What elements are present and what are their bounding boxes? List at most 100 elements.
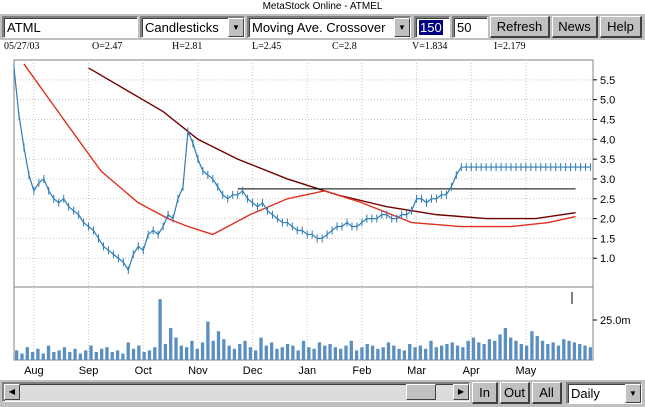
chart-style-select[interactable]: Candlesticks ▼ — [140, 16, 245, 38]
volume-bar — [291, 345, 295, 360]
volume-bar — [68, 352, 72, 360]
volume-bar — [25, 347, 29, 360]
volume-bar — [455, 345, 460, 360]
scroll-thumb[interactable] — [406, 384, 436, 400]
price-chart[interactable]: 5.5 5.0 4.5 4.0 3.5 3.0 2.5 2.0 1.5 1.0 Aug Sep Oct N… — [0, 54, 645, 380]
price-tick-label: 4.0 — [600, 134, 615, 146]
zoom-all-button[interactable]: All — [532, 382, 562, 404]
period-value: Daily — [571, 386, 600, 401]
scroll-left-icon[interactable]: ◀ — [4, 384, 20, 400]
volume-bar — [402, 350, 407, 360]
volume-bar — [524, 345, 529, 360]
indicator-select[interactable]: Moving Ave. Crossover ▼ — [247, 16, 411, 38]
volume-bar — [105, 347, 109, 360]
volume-bar — [365, 344, 369, 360]
symbol-input[interactable]: ATML — [2, 16, 138, 38]
price-tick-label: 3.5 — [600, 154, 615, 166]
volume-bar — [429, 340, 433, 360]
volume-bar — [222, 339, 226, 360]
volume-bar — [296, 350, 300, 360]
volume-bar — [413, 347, 417, 360]
price-tick-label: 3.0 — [600, 174, 615, 186]
volume-bar — [312, 348, 316, 360]
volume-bar — [232, 348, 237, 360]
volume-bar — [36, 348, 40, 360]
volume-bar — [498, 334, 502, 360]
volume-bar — [466, 340, 470, 360]
volume-bar — [163, 344, 168, 360]
volume-bar — [110, 352, 114, 360]
volume-bar — [137, 345, 141, 360]
volume-bar — [259, 337, 263, 360]
volume-bar — [269, 342, 274, 360]
price-tick-label: 2.5 — [600, 194, 615, 206]
month-label: Feb — [352, 365, 371, 377]
volume-bar — [216, 331, 221, 360]
month-label: Mar — [407, 365, 426, 377]
zoom-in-button[interactable]: In — [472, 382, 498, 404]
volume-bar — [62, 347, 67, 360]
period-select[interactable]: Daily ▼ — [566, 382, 642, 404]
volume-bar — [142, 352, 146, 360]
volume-bar — [418, 345, 423, 360]
help-button[interactable]: Help — [600, 16, 642, 38]
month-label: Aug — [24, 365, 44, 377]
volume-bar — [15, 350, 19, 360]
volume-bar — [471, 337, 476, 360]
param2-input[interactable]: 50 — [452, 16, 488, 38]
chevron-down-icon[interactable]: ▼ — [625, 384, 641, 403]
volume-bar — [556, 345, 561, 360]
volume-bar — [546, 344, 550, 360]
volume-bar — [126, 342, 130, 360]
volume-bar — [551, 342, 555, 360]
volume-bar — [333, 347, 338, 360]
month-label: Oct — [135, 365, 152, 377]
volume-bar — [73, 348, 77, 360]
window-title: MetaStock Online - ATMEL — [0, 0, 645, 14]
refresh-button[interactable]: Refresh — [490, 16, 550, 38]
volume-bar — [20, 353, 24, 360]
volume-bar — [461, 347, 465, 360]
volume-bar — [275, 348, 279, 360]
volume-bar — [41, 353, 45, 360]
price-tick-label: 5.5 — [600, 75, 615, 87]
volume-bar — [540, 340, 545, 360]
quote-high: H=2.81 — [172, 41, 203, 52]
volume-bar — [238, 344, 242, 360]
volume-bar — [323, 345, 327, 360]
volume-bar — [477, 342, 481, 360]
horizontal-scrollbar[interactable]: ◀ ▶ — [2, 382, 470, 402]
volume-bar — [285, 344, 290, 360]
volume-bar — [174, 337, 178, 360]
param1-input[interactable]: 150 — [414, 16, 450, 38]
price-tick-label: 5.0 — [600, 95, 615, 107]
scroll-right-icon[interactable]: ▶ — [453, 384, 469, 400]
volume-bar — [530, 331, 534, 360]
volume-bar — [190, 340, 194, 360]
volume-bar — [588, 347, 592, 360]
volume-bar — [482, 344, 486, 360]
volume-bar — [99, 348, 104, 360]
volume-bar — [147, 350, 152, 360]
volume-bar — [339, 348, 343, 360]
chevron-down-icon[interactable]: ▼ — [228, 18, 244, 37]
indicator-value: Moving Ave. Crossover — [252, 20, 386, 35]
volume-bar — [424, 348, 428, 360]
volume-bar — [434, 347, 438, 360]
chevron-down-icon[interactable]: ▼ — [394, 18, 410, 37]
month-label: Nov — [188, 365, 208, 377]
chart-area[interactable]: 5.5 5.0 4.5 4.0 3.5 3.0 2.5 2.0 1.5 1.0 Aug Sep Oct N… — [0, 54, 645, 380]
param1-value: 150 — [419, 20, 443, 35]
volume-bar — [200, 342, 205, 360]
quote-bar: 05/27/03 O=2.47 H=2.81 L=2.45 C=2.8 V=1.… — [0, 40, 645, 54]
volume-bar — [301, 340, 306, 360]
volume-bar — [211, 340, 215, 360]
month-label: Jan — [298, 365, 316, 377]
volume-bar — [360, 347, 364, 360]
volume-bar — [46, 345, 51, 360]
news-button[interactable]: News — [552, 16, 598, 38]
volume-bar — [153, 347, 157, 360]
quote-close: C=2.8 — [332, 41, 357, 52]
zoom-out-button[interactable]: Out — [500, 382, 530, 404]
volume-bar — [84, 350, 88, 360]
